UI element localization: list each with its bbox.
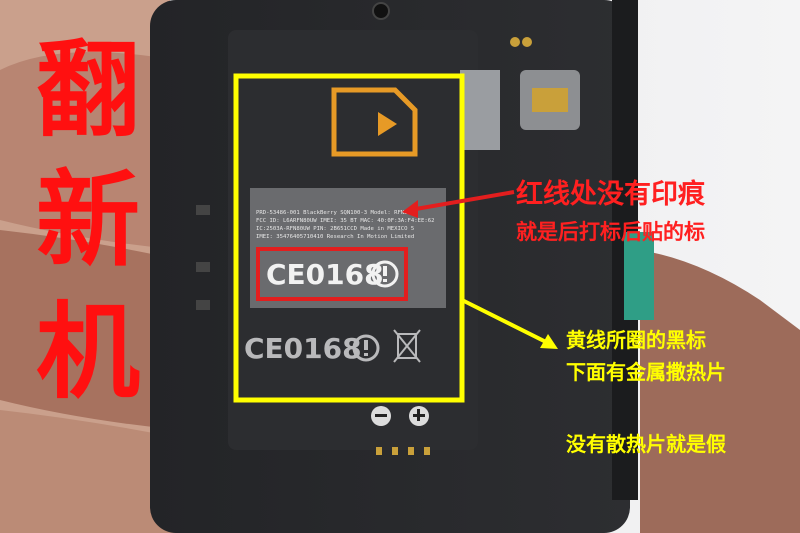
weee-bin-icon xyxy=(393,329,421,363)
yellow-annotation-line2: 下面有金属撒热片 xyxy=(566,360,726,384)
red-annotation-line1: 红线处没有印痕 xyxy=(516,179,705,210)
photo-stage: PRD-53486-001 BlackBerry SQN100-3 Model:… xyxy=(0,0,800,533)
fine-print-line: FCC ID: L6ARFN80UW IMEI: 35 BT MAC: 40:0… xyxy=(256,218,435,224)
slot-contacts xyxy=(532,88,568,112)
big-character: 机 xyxy=(35,291,140,413)
big-character: 新 xyxy=(35,159,140,281)
fine-print-line: IMEI: 35476405710410 Research In Motion … xyxy=(256,234,414,240)
minus-sign xyxy=(375,414,387,417)
plus-sign-v xyxy=(417,409,420,421)
contact-pin xyxy=(510,37,520,47)
alert-bang xyxy=(364,340,368,350)
fine-print-line: PRD-53486-001 BlackBerry SQN100-3 Model:… xyxy=(256,210,418,216)
ce-mark-embossed: CE0168 xyxy=(244,332,362,365)
big-character: 翻 xyxy=(35,29,140,151)
red-annotation-line2: 就是后打标后贴的标 xyxy=(516,220,705,244)
yellow-annotation-line3: 没有散热片就是假 xyxy=(566,432,726,456)
alert-dot xyxy=(364,353,368,356)
fine-print-line: IC:2503A-RFN80UW PIN: 2B651CCD Made in M… xyxy=(256,226,414,232)
alert-bang xyxy=(383,266,387,276)
yellow-annotation-line1: 黄线所圈的黑标 xyxy=(566,328,706,352)
alert-dot xyxy=(383,279,387,282)
ce-mark-label: CE0168 xyxy=(266,258,384,291)
side-notch xyxy=(196,205,210,215)
sim-slot xyxy=(460,70,500,150)
screw xyxy=(372,2,390,20)
contact-pin xyxy=(522,37,532,47)
side-notch xyxy=(196,262,210,272)
side-notch xyxy=(196,300,210,310)
